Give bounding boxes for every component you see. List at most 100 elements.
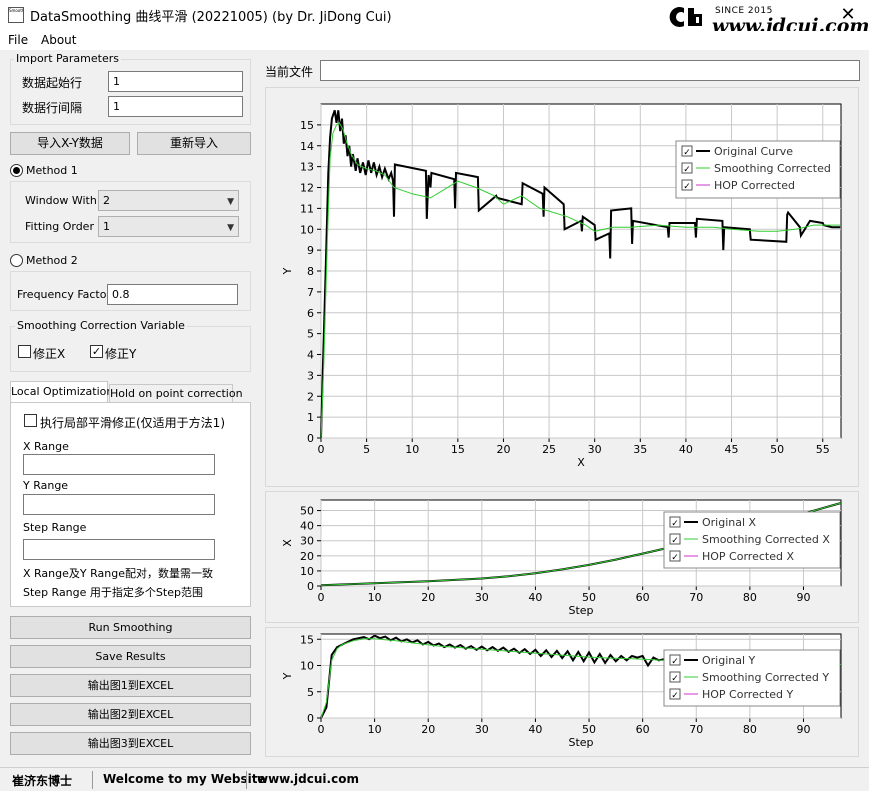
fix-x-checkbox[interactable] (18, 345, 31, 358)
title-bar: Smooth DataSmoothing 曲线平滑 (20221005) (by… (0, 0, 869, 37)
x-tick-label: 20 (496, 443, 510, 456)
x-tick-label: 50 (770, 443, 784, 456)
y-tick-label: 15 (300, 119, 314, 132)
method1-radio-dot (13, 167, 20, 174)
frequency-factor-input[interactable]: 0.8 (107, 284, 238, 305)
start-row-input[interactable]: 1 (108, 71, 243, 92)
y-tick-label: 9 (307, 244, 314, 257)
save-results-button[interactable]: Save Results (10, 645, 251, 668)
tab-local-optimization[interactable]: Local Optimization (10, 381, 113, 403)
menu-bar: File About (0, 31, 869, 50)
row-interval-input[interactable]: 1 (108, 96, 243, 117)
legend-label: Original Curve (714, 145, 793, 158)
app-icon: Smooth (8, 7, 24, 23)
x-axis-label: Step (568, 604, 593, 617)
method2-radio[interactable] (10, 254, 23, 267)
step-range-input[interactable] (23, 539, 215, 560)
range-note-1: X Range及Y Range配对，数量需一致 (23, 567, 213, 580)
x-tick-label: 40 (679, 443, 693, 456)
fitting-order-label: Fitting Order (25, 220, 94, 233)
exec-local-label: 执行局部平滑修正(仅适用于方法1) (40, 416, 225, 430)
y-tick-label: 1 (307, 411, 314, 424)
legend-check-mark: ✓ (671, 657, 679, 667)
method1-radio[interactable] (10, 164, 23, 177)
x-tick-label: 5 (363, 443, 370, 456)
export-chart1-button[interactable]: 输出图1到EXCEL (10, 674, 251, 697)
legend-label: Original X (702, 516, 757, 529)
current-file-input[interactable] (320, 60, 860, 81)
step-range-label: Step Range (23, 521, 87, 534)
y-axis-label: X (281, 539, 294, 547)
export-chart3-button[interactable]: 输出图3到EXCEL (10, 732, 251, 755)
y-range-label: Y Range (23, 479, 69, 492)
legend-label: HOP Corrected Y (702, 688, 793, 701)
legend-check-mark: ✓ (683, 182, 691, 192)
x-tick-label: 90 (796, 591, 810, 604)
x-tick-label: 45 (725, 443, 739, 456)
range-note-2: Step Range 用于指定多个Step范围 (23, 586, 203, 599)
start-row-label: 数据起始行 (22, 76, 83, 90)
window-width-label: Window With (25, 194, 97, 207)
x-tick-label: 30 (475, 591, 489, 604)
import-parameters-title: Import Parameters (14, 52, 121, 65)
import-xy-button[interactable]: 导入X-Y数据 (10, 132, 130, 155)
fix-y-checkbox[interactable]: ✓ (90, 345, 103, 358)
legend-label: Original Y (702, 654, 756, 667)
x-tick-label: 35 (633, 443, 647, 456)
y-tick-label: 4 (307, 349, 314, 362)
fix-x-label: 修正X (33, 347, 66, 361)
exec-local-checkbox[interactable] (24, 414, 37, 427)
x-tick-label: 50 (582, 591, 596, 604)
x-tick-label: 10 (368, 723, 382, 736)
legend-check-mark: ✓ (671, 674, 679, 684)
fitting-order-select[interactable]: 1 ▼ (98, 216, 239, 237)
x-tick-label: 50 (582, 723, 596, 736)
y-range-input[interactable] (23, 494, 215, 515)
chart-step-x: 0 10 20 30 40 50 60 70 80 9001020304050StepX✓ Orig… (265, 491, 859, 623)
legend-check-mark: ✓ (671, 553, 679, 563)
y-tick-label: 40 (300, 520, 314, 533)
reimport-button[interactable]: 重新导入 (137, 132, 251, 155)
x-range-input[interactable] (23, 454, 215, 475)
y-tick-label: 5 (307, 686, 314, 699)
menu-about[interactable]: About (41, 33, 76, 47)
x-tick-label: 80 (743, 591, 757, 604)
current-file-label: 当前文件 (265, 65, 314, 79)
x-tick-label: 60 (636, 591, 650, 604)
legend-check-mark: ✓ (671, 519, 679, 529)
y-axis-label: Y (281, 267, 294, 275)
chart-xy: 0 5 10 15 20 25 30 35 40 45 50 55012345678910111213… (265, 87, 859, 487)
legend-check-mark: ✓ (671, 536, 679, 546)
menu-file[interactable]: File (8, 33, 28, 47)
window-title: DataSmoothing 曲线平滑 (20221005) (by Dr. Ji… (30, 10, 392, 25)
legend-label: Smoothing Corrected X (702, 533, 830, 546)
y-tick-label: 0 (307, 712, 314, 725)
legend-check-mark: ✓ (671, 691, 679, 701)
y-tick-label: 20 (300, 550, 314, 563)
y-tick-label: 5 (307, 328, 314, 341)
y-tick-label: 3 (307, 369, 314, 382)
x-tick-label: 60 (636, 723, 650, 736)
status-site[interactable]: www.jdcui.com (257, 772, 359, 786)
fix-y-label: 修正Y (105, 347, 137, 361)
close-icon[interactable]: ✕ (836, 4, 860, 26)
x-range-label: X Range (23, 440, 69, 453)
method2-label: Method 2 (26, 254, 78, 267)
x-axis-label: Step (568, 736, 593, 749)
y-tick-label: 0 (307, 432, 314, 445)
brand-mark-icon (669, 7, 702, 27)
row-interval-label: 数据行间隔 (22, 101, 83, 115)
x-tick-label: 10 (405, 443, 419, 456)
y-tick-label: 2 (307, 390, 314, 403)
y-tick-label: 10 (300, 660, 314, 673)
tab-hold-on-point[interactable]: Hold on point correction (109, 384, 243, 403)
y-tick-label: 7 (307, 286, 314, 299)
y-tick-label: 14 (300, 140, 314, 153)
window-width-select[interactable]: 2 ▼ (98, 190, 239, 211)
x-tick-label: 10 (368, 591, 382, 604)
export-chart2-button[interactable]: 输出图2到EXCEL (10, 703, 251, 726)
x-tick-label: 90 (796, 723, 810, 736)
x-tick-label: 15 (451, 443, 465, 456)
x-tick-label: 0 (318, 443, 325, 456)
run-smoothing-button[interactable]: Run Smoothing (10, 616, 251, 639)
